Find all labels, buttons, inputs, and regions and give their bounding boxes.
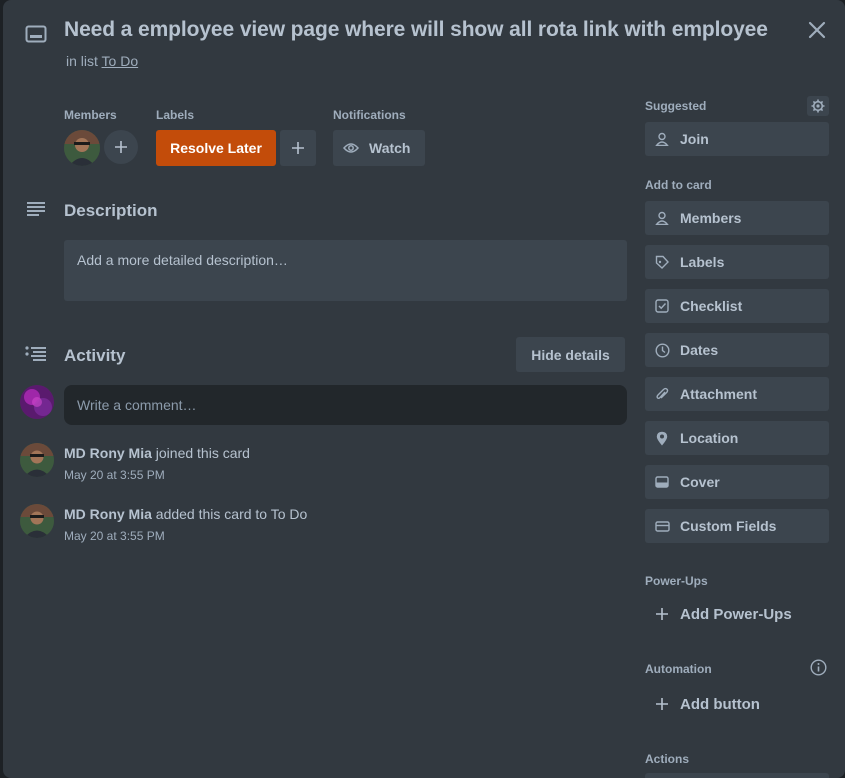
activity-avatar[interactable] — [20, 504, 54, 538]
actions-heading: Actions — [645, 752, 690, 766]
watch-label: Watch — [369, 140, 411, 156]
activity-action: joined this card — [155, 445, 250, 461]
add-label-button[interactable] — [280, 130, 316, 166]
activity-icon — [25, 345, 47, 363]
add-powerups-label: Add Power-Ups — [680, 605, 792, 623]
eye-icon — [343, 142, 359, 154]
plus-icon — [654, 606, 670, 622]
members-heading: Members — [64, 108, 117, 122]
card-title[interactable]: Need a employee view page where will sho… — [64, 18, 768, 42]
activity-item-text: MD Rony Mia joined this card — [64, 445, 250, 461]
person-icon — [654, 131, 670, 147]
activity-user[interactable]: MD Rony Mia — [64, 506, 152, 522]
suggested-heading: Suggested — [645, 99, 707, 113]
paperclip-icon — [654, 386, 670, 402]
activity-action: added this card to To Do — [155, 506, 308, 522]
label-chip-resolve-later[interactable]: Resolve Later — [156, 130, 276, 166]
join-label: Join — [680, 131, 709, 147]
add-member-button[interactable] — [104, 130, 138, 164]
activity-time[interactable]: May 20 at 3:55 PM — [64, 529, 165, 543]
list-name-link[interactable]: To Do — [102, 53, 139, 69]
notifications-heading: Notifications — [333, 108, 406, 122]
activity-time[interactable]: May 20 at 3:55 PM — [64, 468, 165, 482]
plus-icon — [654, 696, 670, 712]
powerups-heading: Power-Ups — [645, 574, 708, 588]
add-attachment-button[interactable]: Attachment — [645, 377, 829, 411]
location-pin-icon — [654, 430, 670, 446]
automation-heading: Automation — [645, 662, 712, 676]
activity-avatar[interactable] — [20, 443, 54, 477]
person-icon — [654, 210, 670, 226]
activity-heading: Activity — [64, 346, 126, 365]
add-dates-button[interactable]: Dates — [645, 333, 829, 367]
clock-icon — [654, 342, 670, 358]
card-icon — [25, 24, 47, 44]
add-labels-button[interactable]: Labels — [645, 245, 829, 279]
info-icon[interactable] — [809, 658, 827, 676]
gear-icon[interactable] — [807, 96, 829, 116]
watch-button[interactable]: Watch — [333, 130, 425, 166]
current-user-avatar[interactable] — [20, 385, 54, 419]
add-button-label: Add button — [680, 695, 760, 713]
in-list-text: in list To Do — [66, 53, 138, 69]
tag-icon — [654, 254, 670, 270]
description-icon — [25, 199, 47, 219]
description-heading: Description — [64, 201, 158, 220]
add-custom-fields-label: Custom Fields — [680, 518, 777, 534]
card-detail-modal: Need a employee view page where will sho… — [3, 0, 845, 778]
close-icon[interactable] — [803, 16, 831, 44]
add-location-button[interactable]: Location — [645, 421, 829, 455]
description-input[interactable]: Add a more detailed description… — [64, 240, 627, 301]
custom-fields-icon — [654, 518, 670, 534]
member-avatar[interactable] — [64, 130, 100, 166]
action-button-partial[interactable] — [645, 773, 829, 778]
add-checklist-label: Checklist — [680, 298, 743, 314]
add-location-label: Location — [680, 430, 739, 446]
add-cover-label: Cover — [680, 474, 720, 490]
cover-icon — [654, 474, 670, 490]
checkbox-icon — [654, 298, 670, 314]
add-button-button[interactable]: Add button — [645, 687, 829, 721]
activity-user[interactable]: MD Rony Mia — [64, 445, 152, 461]
activity-item-text: MD Rony Mia added this card to To Do — [64, 506, 307, 522]
add-labels-label: Labels — [680, 254, 725, 270]
add-attachment-label: Attachment — [680, 386, 758, 402]
add-powerups-button[interactable]: Add Power-Ups — [645, 597, 829, 631]
add-checklist-button[interactable]: Checklist — [645, 289, 829, 323]
comment-input[interactable]: Write a comment… — [64, 385, 627, 425]
add-to-card-heading: Add to card — [645, 178, 712, 192]
add-members-button[interactable]: Members — [645, 201, 829, 235]
add-dates-label: Dates — [680, 342, 719, 358]
add-members-label: Members — [680, 210, 742, 226]
add-cover-button[interactable]: Cover — [645, 465, 829, 499]
join-button[interactable]: Join — [645, 122, 829, 156]
add-custom-fields-button[interactable]: Custom Fields — [645, 509, 829, 543]
hide-details-button[interactable]: Hide details — [516, 337, 625, 372]
in-list-prefix: in list — [66, 53, 98, 69]
labels-heading: Labels — [156, 108, 195, 122]
